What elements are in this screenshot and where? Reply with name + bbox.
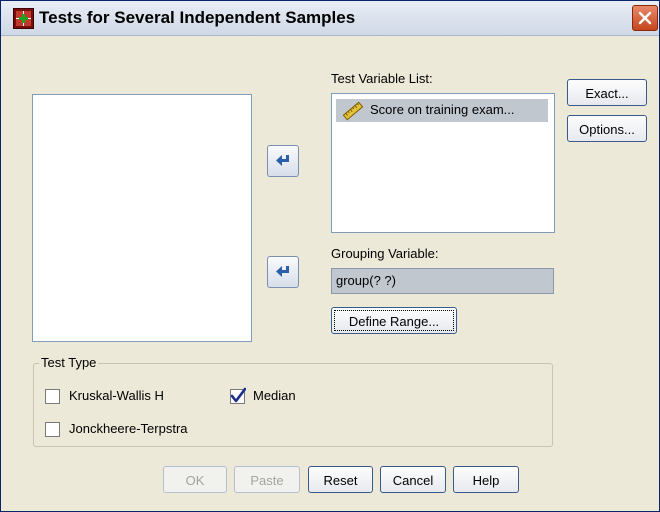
spss-app-icon [13, 8, 34, 29]
grouping-variable-field[interactable]: group(? ?) [331, 268, 554, 294]
dialog-window: Tests for Several Independent Samples Te… [0, 0, 660, 512]
scale-variable-icon [342, 101, 364, 121]
title-bar[interactable]: Tests for Several Independent Samples [1, 1, 659, 36]
median-label: Median [253, 388, 296, 403]
test-type-title: Test Type [39, 355, 99, 370]
median-checkbox[interactable] [230, 387, 246, 404]
arrow-left-icon [276, 266, 289, 277]
grouping-variable-label: Grouping Variable: [331, 246, 439, 261]
kruskal-wallis-checkbox[interactable] [45, 389, 60, 404]
test-variable-list[interactable]: Score on training exam... [331, 93, 555, 233]
options-button[interactable]: Options... [567, 115, 647, 142]
cancel-button[interactable]: Cancel [380, 466, 446, 493]
checkmark-icon [230, 387, 246, 403]
paste-button[interactable]: Paste [234, 466, 300, 493]
jonckheere-terpstra-label: Jonckheere-Terpstra [69, 421, 188, 436]
jonckheere-terpstra-checkbox[interactable] [45, 422, 60, 437]
move-to-test-list-button[interactable] [267, 145, 299, 177]
move-to-grouping-button[interactable] [267, 256, 299, 288]
exact-button[interactable]: Exact... [567, 79, 647, 106]
ok-button[interactable]: OK [163, 466, 227, 493]
source-variable-list[interactable] [32, 94, 252, 342]
test-variable-item-label: Score on training exam... [370, 102, 515, 117]
kruskal-wallis-label: Kruskal-Wallis H [69, 388, 164, 403]
grouping-variable-value: group(? ?) [336, 273, 396, 288]
window-title: Tests for Several Independent Samples [39, 8, 356, 27]
arrow-left-icon [276, 155, 289, 166]
help-button[interactable]: Help [453, 466, 519, 493]
list-item[interactable]: Score on training exam... [336, 99, 548, 122]
define-range-button[interactable]: Define Range... [331, 307, 457, 334]
test-variable-list-label: Test Variable List: [331, 71, 433, 86]
close-button[interactable] [632, 5, 658, 31]
close-icon [638, 11, 652, 25]
reset-button[interactable]: Reset [308, 466, 373, 493]
